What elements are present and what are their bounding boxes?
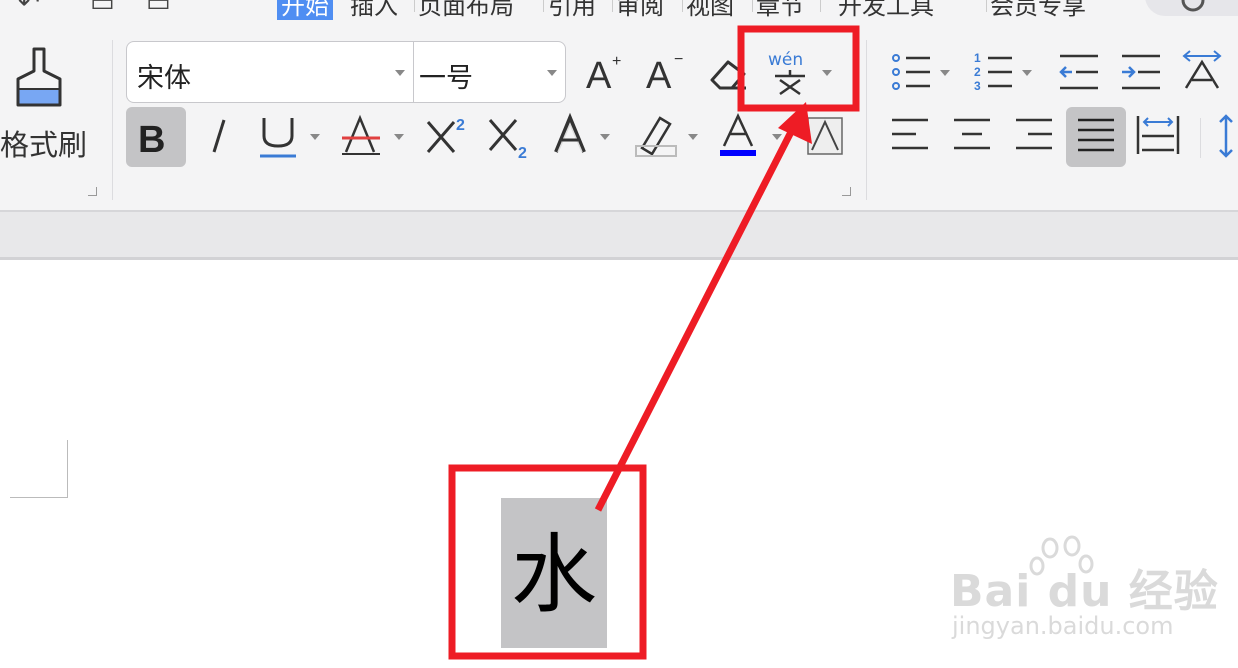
menu-bar: ↶ ▭ ▭ 开始 插入 页面布局 引用 审阅 视图 章节 开发工具 会员专享 (0, 0, 1238, 20)
watermark-brand: Bai du 经验 (950, 566, 1219, 617)
bullet-list-icon[interactable] (890, 50, 956, 94)
tab-separator (682, 0, 683, 12)
svg-text:−: − (674, 51, 683, 68)
tab-references[interactable]: 引用 (548, 0, 596, 20)
format-painter-label[interactable]: 格式刷 (0, 122, 87, 164)
text-direction-icon[interactable] (1180, 48, 1236, 94)
svg-text:2: 2 (974, 65, 981, 79)
tab-separator (752, 0, 753, 12)
tab-home[interactable]: 开始 (277, 0, 333, 20)
underline-icon[interactable] (258, 112, 326, 160)
svg-text:2: 2 (518, 145, 527, 160)
group-separator (112, 40, 113, 200)
tab-separator (612, 0, 613, 12)
tab-insert[interactable]: 插入 (350, 0, 398, 20)
svg-text:B: B (138, 119, 165, 158)
svg-text:1: 1 (974, 51, 981, 65)
page-margin-marker (67, 440, 68, 497)
text-effect-icon[interactable] (550, 112, 616, 160)
font-group-launcher[interactable] (842, 187, 851, 196)
bold-icon: B (138, 119, 165, 158)
tab-member[interactable]: 会员专享 (990, 0, 1086, 20)
tab-separator (820, 0, 821, 12)
print-icon[interactable]: ▭ (146, 0, 171, 18)
watermark-url: jingyan.baidu.com (952, 612, 1174, 640)
distribute-icon[interactable] (1136, 114, 1184, 158)
tab-separator (986, 0, 987, 12)
pinyin-guide-button[interactable]: wén (760, 46, 840, 98)
font-size-select[interactable]: 一号 (419, 56, 473, 95)
align-right-icon[interactable] (1014, 116, 1058, 156)
undo-icon[interactable]: ↶ (18, 0, 40, 18)
chevron-down-icon[interactable] (822, 70, 832, 76)
tab-review[interactable]: 审阅 (616, 0, 664, 20)
search-box[interactable] (1145, 0, 1238, 16)
pinyin-label: wén (768, 50, 804, 70)
chevron-down-icon[interactable] (395, 70, 405, 76)
save-icon[interactable]: ▭ (90, 0, 115, 18)
combo-separator (413, 42, 414, 102)
group-separator (1200, 118, 1201, 158)
superscript-icon[interactable]: 2 (424, 112, 474, 160)
line-spacing-icon[interactable] (1214, 112, 1238, 160)
shrink-font-icon[interactable]: A − (644, 50, 688, 92)
justify-icon (1078, 118, 1114, 152)
tab-separator (543, 0, 544, 12)
tab-chapter[interactable]: 章节 (756, 0, 804, 20)
strikethrough-icon[interactable] (340, 112, 408, 160)
format-painter-icon[interactable] (14, 45, 64, 109)
font-color-icon[interactable] (718, 112, 788, 160)
search-icon (1181, 0, 1205, 12)
tab-separator (414, 0, 415, 12)
svg-text:+: + (612, 53, 621, 70)
pinyin-char-icon (775, 70, 805, 96)
selected-character[interactable]: 水 (501, 520, 607, 630)
font-name-select[interactable]: 宋体 (137, 56, 191, 95)
chevron-down-icon[interactable] (547, 70, 557, 76)
align-center-icon[interactable] (952, 116, 996, 156)
ruler-area (0, 212, 1238, 260)
svg-text:A: A (586, 55, 612, 92)
align-left-icon[interactable] (890, 116, 934, 156)
tab-view[interactable]: 视图 (686, 0, 734, 20)
highlight-icon[interactable] (632, 112, 700, 160)
svg-text:3: 3 (974, 79, 981, 93)
tab-developer[interactable]: 开发工具 (838, 0, 934, 20)
decrease-indent-icon[interactable] (1058, 50, 1102, 94)
svg-text:2: 2 (456, 117, 465, 134)
svg-text:A: A (646, 55, 672, 92)
tab-page-layout[interactable]: 页面布局 (418, 0, 514, 20)
clipboard-group-launcher[interactable] (88, 187, 97, 196)
font-combo-group: 宋体 一号 (126, 41, 566, 103)
increase-indent-icon[interactable] (1120, 50, 1164, 94)
char-shading-icon[interactable] (804, 112, 848, 160)
group-separator (866, 40, 867, 200)
eraser-icon[interactable] (706, 54, 750, 92)
numbered-list-icon[interactable]: 1 2 3 (972, 50, 1038, 94)
page-margin-marker (10, 497, 68, 498)
subscript-icon[interactable]: 2 (486, 112, 536, 160)
italic-icon[interactable] (200, 114, 240, 158)
grow-font-icon[interactable]: A + (584, 50, 628, 92)
